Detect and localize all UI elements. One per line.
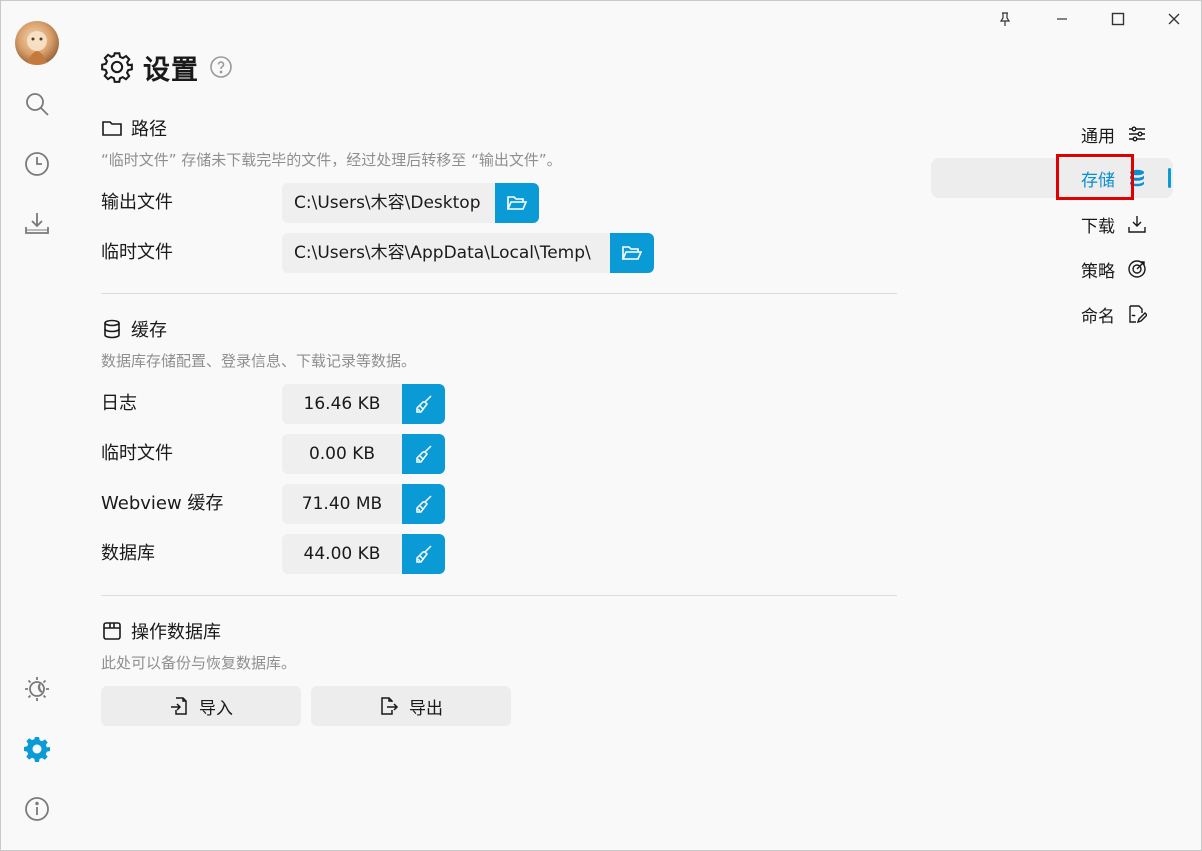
anchor-item-label: 下载 [1081,216,1115,237]
database-icon [1130,169,1144,187]
db-section-description: 此处可以备份与恢复数据库。 [101,654,297,672]
import-label: 导入 [199,698,233,719]
path-section-header: 路径 [101,115,167,141]
output-dir-label: 输出文件 [101,192,173,213]
downloads-button[interactable] [21,208,53,240]
database-cache-size: 44.00 KB [282,534,402,574]
clear-database-button[interactable] [402,534,445,574]
temp-dir-browse-button[interactable] [610,233,654,273]
gear-icon [24,737,50,762]
database-icon [104,319,120,339]
cache-section-title: 缓存 [131,320,167,341]
database-cache-label: 数据库 [101,543,155,564]
clock-icon [25,152,49,176]
anchor-item-storage[interactable]: 存储 [931,158,1173,198]
anchor-item-label: 策略 [1081,261,1115,282]
broom-icon [415,495,432,513]
help-icon[interactable] [209,55,233,79]
active-indicator [1168,168,1171,188]
temp-cache-size: 0.00 KB [282,434,402,474]
about-button[interactable] [21,793,53,825]
temp-dir-field[interactable]: C:\Users\木容\AppData\Local\Temp\ [282,233,610,273]
folder-open-icon [621,246,643,260]
pin-button[interactable] [985,5,1025,33]
avatar-image [27,31,47,65]
anchor-item-strategy[interactable]: 策略 [931,249,1173,289]
download-tray-icon [25,213,49,234]
anchor-item-label: 存储 [1081,170,1115,191]
maximize-icon [1111,12,1125,26]
history-button[interactable] [21,148,53,180]
strategy-icon [1128,260,1146,278]
page-header: 设置 [101,47,233,87]
maximize-button[interactable] [1098,5,1138,33]
sidebar-rail [1,1,73,851]
temp-cache-label: 临时文件 [101,443,173,464]
anchor-item-general[interactable]: 通用 [931,114,1173,154]
theme-icon [25,677,49,701]
anchor-item-download[interactable]: 下载 [931,204,1173,244]
sliders-icon [1129,126,1145,142]
path-section-title: 路径 [131,119,167,140]
cache-section-description: 数据库存储配置、登录信息、下载记录等数据。 [101,352,417,370]
log-cache-label: 日志 [101,393,137,414]
folder-icon [102,121,122,136]
pin-icon [999,12,1011,26]
divider [101,595,897,596]
app-window: 设置 路径 “临时文件” 存储未下载完毕的文件，经过处理后转移至 “输出文件”。… [0,0,1202,851]
page-title: 设置 [143,54,199,86]
anchor-item-label: 命名 [1081,306,1115,327]
info-icon [25,797,49,821]
minimize-button[interactable] [1042,5,1082,33]
minimize-icon [1057,18,1067,20]
download-icon [1128,216,1146,233]
cache-section-header: 缓存 [101,316,167,342]
close-icon [1168,13,1180,25]
avatar[interactable] [15,21,59,65]
anchor-item-naming[interactable]: 命名 [931,294,1173,334]
broom-icon [415,545,432,563]
folder-open-icon [506,196,528,210]
path-section-description: “临时文件” 存储未下载完毕的文件，经过处理后转移至 “输出文件”。 [101,151,562,169]
settings-gear-icon [101,52,133,83]
db-section-header: 操作数据库 [101,618,221,644]
db-section-title: 操作数据库 [131,622,221,643]
output-dir-browse-button[interactable] [495,183,539,223]
export-label: 导出 [409,698,443,719]
clear-temp-button[interactable] [402,434,445,474]
import-button[interactable]: 导入 [101,686,301,726]
log-cache-size: 16.46 KB [282,384,402,424]
anchor-item-label: 通用 [1081,126,1115,147]
webview-cache-size: 71.40 MB [282,484,402,524]
search-icon [26,93,49,116]
webview-cache-label: Webview 缓存 [101,493,224,514]
rename-icon [1129,305,1147,324]
theme-toggle-button[interactable] [21,673,53,705]
import-icon [171,697,187,715]
clear-webview-button[interactable] [402,484,445,524]
divider [101,293,897,294]
broom-icon [415,445,432,463]
export-icon [381,697,399,715]
settings-button[interactable] [21,733,53,765]
broom-icon [415,395,432,413]
close-button[interactable] [1154,5,1194,33]
archive-box-icon [103,622,121,640]
export-button[interactable]: 导出 [311,686,511,726]
clear-log-button[interactable] [402,384,445,424]
output-dir-field[interactable]: C:\Users\木容\Desktop [282,183,495,223]
search-button[interactable] [21,88,53,120]
temp-dir-label: 临时文件 [101,242,173,263]
